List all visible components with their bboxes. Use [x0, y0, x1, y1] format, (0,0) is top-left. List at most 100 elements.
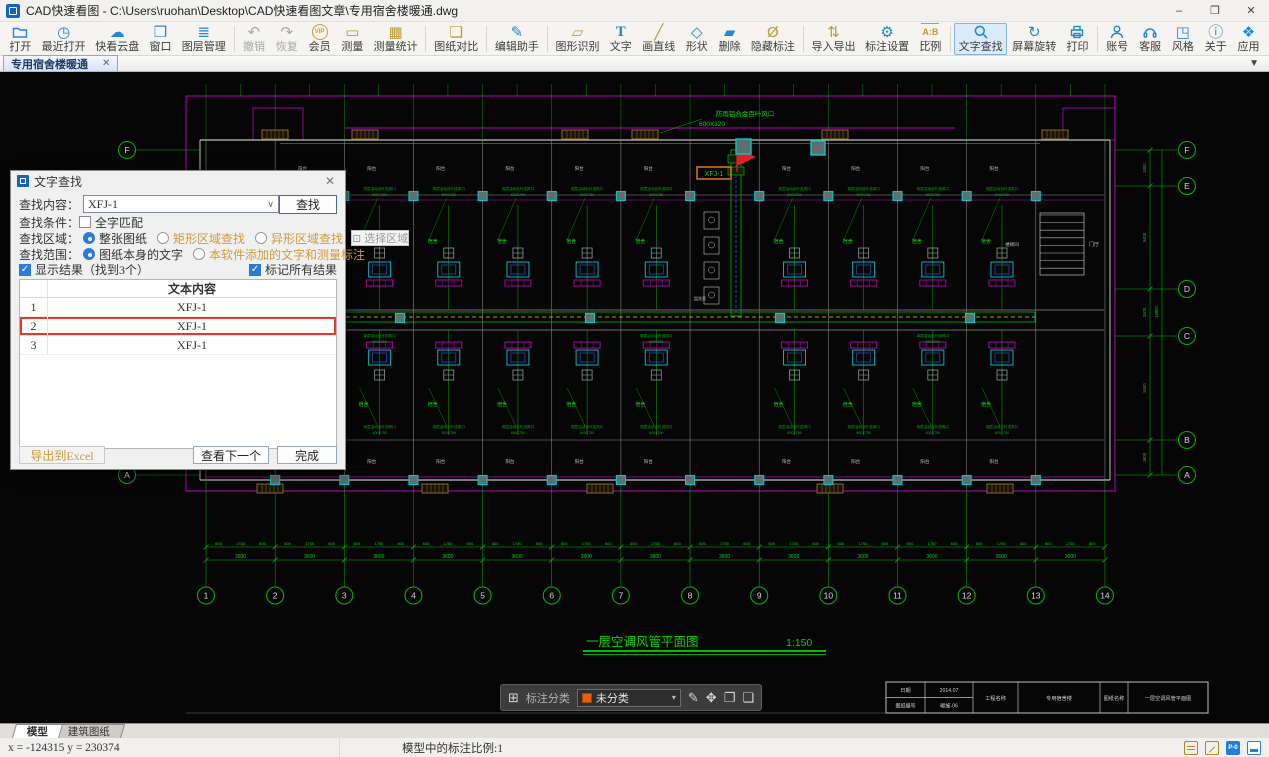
combo-caret-icon[interactable]: ∨: [267, 199, 274, 210]
dialog-title-bar[interactable]: 文字查找 ✕: [11, 171, 345, 191]
toolbar-separator: [546, 25, 548, 52]
toolbar-scale-button[interactable]: A:B 比例: [914, 22, 947, 55]
radio-added-text[interactable]: [193, 248, 206, 260]
cloud-drive-label: 快看云盘: [95, 40, 140, 53]
svg-text:600: 600: [743, 541, 750, 546]
shape-recognition-label: 图形识别: [555, 40, 600, 53]
annotation-category-dropdown[interactable]: 未分类 ▾: [576, 688, 681, 707]
scale-icon: A:B: [921, 22, 940, 42]
toolbar-cloud-drive-button[interactable]: ☁ 快看云盘: [90, 23, 144, 55]
account-label: 账号: [1106, 40, 1129, 53]
window-icon: ❒: [153, 23, 168, 41]
p0-badge-icon[interactable]: P-0: [1226, 740, 1240, 755]
recent-open-label: 最近打开: [41, 40, 86, 53]
minimize-icon[interactable]: –: [1161, 0, 1197, 22]
toolbar-delete-button[interactable]: ▰ 删除: [713, 23, 746, 55]
apps-label: 应用: [1237, 40, 1260, 53]
radio-drawing-text[interactable]: [83, 248, 96, 260]
toolbar-account-button[interactable]: 账号: [1101, 23, 1134, 55]
show-results-checkbox[interactable]: ✓: [19, 263, 31, 276]
toolbar-about-button[interactable]: ⓘ 关于: [1199, 23, 1232, 55]
svg-text:阳台: 阳台: [851, 165, 860, 172]
view-next-button[interactable]: 查看下一个: [193, 446, 269, 464]
toolbar-edit-assistant-button[interactable]: ✎ 编辑助手: [490, 23, 544, 55]
annotation-move-icon[interactable]: ✥: [706, 690, 717, 706]
toolbar-support-button[interactable]: 客服: [1134, 23, 1167, 55]
toolbar-layer-manager-button[interactable]: ≣ 图层管理: [177, 23, 231, 55]
svg-text:宿舍: 宿舍: [359, 401, 369, 408]
toolbar-screen-rotate-button[interactable]: ↻ 屏幕旋转: [1007, 23, 1061, 55]
markup-doc-icon[interactable]: [1205, 740, 1219, 755]
toolbar-style-button[interactable]: ◳ 风格: [1166, 23, 1199, 55]
export-excel-button[interactable]: 导出到Excel: [19, 446, 105, 464]
svg-text:600: 600: [353, 541, 360, 546]
select-region-button[interactable]: ⊡ 选择区域: [351, 230, 410, 246]
added-text-label: 本软件添加的文字和测量标注: [209, 247, 366, 262]
find-button[interactable]: 查找: [279, 194, 337, 214]
app-window: CAD快速看图 - C:\Users\ruohan\Desktop\CAD快速看…: [0, 0, 1269, 757]
sheet-tab-arch[interactable]: 建筑图纸: [52, 724, 126, 738]
result-row-selected[interactable]: 2 XFJ-1: [20, 317, 336, 336]
annotation-copy-icon[interactable]: ❐: [724, 690, 736, 706]
svg-text:2: 2: [273, 591, 278, 601]
toolbar-draw-line-button[interactable]: ╱ 画直线: [637, 23, 680, 55]
annotation-edit-icon[interactable]: ✎: [688, 690, 699, 706]
doc-tab-active[interactable]: 专用宿舍楼暖通 ✕: [3, 55, 119, 71]
svg-text:阳台: 阳台: [644, 458, 653, 465]
toolbar-measure-stats-button[interactable]: ▦ 测量统计: [369, 23, 423, 55]
annotation-toolbar: ⊞ 标注分类 未分类 ▾ ✎ ✥ ❐ ❏: [500, 684, 762, 711]
toolbar-shapes-button[interactable]: ◇ 形状: [680, 23, 713, 55]
svg-text:2400: 2400: [1142, 307, 1147, 317]
svg-text:3600: 3600: [442, 554, 453, 560]
toolbar-undo-button[interactable]: ↶ 撤销: [238, 23, 271, 55]
close-icon[interactable]: ✕: [1233, 0, 1269, 22]
drawing-compare-icon: ❏: [449, 23, 463, 41]
toolbar-recent-open-button[interactable]: ◷ 最近打开: [37, 23, 91, 55]
mark-all-checkbox[interactable]: ✓: [248, 263, 261, 276]
radio-whole-drawing[interactable]: [83, 232, 96, 244]
done-button[interactable]: 完成: [277, 446, 337, 464]
toolbar-drawing-compare-button[interactable]: ❏ 图纸对比: [429, 23, 483, 55]
toolbar-vip-button[interactable]: VIP 会员: [303, 23, 336, 55]
annotation-paste-icon[interactable]: ❏: [742, 690, 754, 706]
maximize-icon[interactable]: ❐: [1197, 0, 1233, 22]
sheet-tab-model[interactable]: 模型: [11, 724, 64, 738]
svg-text:F: F: [124, 145, 129, 155]
toolbar-redo-button[interactable]: ↷ 恢复: [270, 23, 303, 55]
toolbar-print-button[interactable]: 打印: [1061, 23, 1094, 55]
svg-text:1750: 1750: [236, 541, 246, 546]
toolbar-hide-annotations-button[interactable]: Ø 隐藏标注: [746, 23, 800, 55]
svg-text:1750: 1750: [651, 541, 661, 546]
toolbar-open-button[interactable]: 打开: [4, 23, 37, 55]
annotation-grid-icon[interactable]: ⊞: [508, 690, 519, 706]
drawing-canvas[interactable]: 双层活动百叶送风口600X750宿舍阳台双层活动百叶送风口600X750宿舍阳台…: [0, 72, 1269, 723]
toolbar-apps-button[interactable]: ❖ 应用: [1232, 23, 1265, 55]
search-value: XFJ-1: [88, 196, 119, 211]
range-label: 查找范围：: [19, 247, 80, 262]
title-bar: CAD快速看图 - C:\Users\ruohan\Desktop\CAD快速看…: [0, 0, 1269, 22]
toolbar-measure-button[interactable]: ▭ 测量: [336, 23, 369, 55]
toolbar-text-button[interactable]: T 文字: [604, 23, 637, 55]
toolbar-window-button[interactable]: ❒ 窗口: [144, 23, 177, 55]
toolbar-text-search-button[interactable]: 文字查找: [953, 22, 1008, 55]
svg-text:宿舍: 宿舍: [981, 401, 991, 408]
pdf-doc-icon[interactable]: [1184, 740, 1198, 755]
svg-text:楼梯间: 楼梯间: [1005, 241, 1019, 248]
tab-close-icon[interactable]: ✕: [102, 58, 110, 69]
result-row[interactable]: 1 XFJ-1: [20, 298, 336, 317]
whole-word-checkbox[interactable]: [79, 216, 92, 228]
svg-text:600: 600: [838, 541, 845, 546]
toolbar-shape-recognition-button[interactable]: ▱ 图形识别: [551, 23, 605, 55]
radio-poly-region[interactable]: [255, 232, 268, 244]
radio-rect-region[interactable]: [157, 232, 170, 244]
screen-rotate-icon: ↻: [1027, 23, 1041, 41]
toolbar-annotation-settings-button[interactable]: ⚙ 标注设置: [860, 23, 914, 55]
svg-text:单层活动百叶回风口: 单层活动百叶回风口: [917, 333, 950, 338]
toolbar-import-export-button[interactable]: ⇅ 导入导出: [807, 23, 861, 55]
display-icon[interactable]: [1247, 740, 1261, 755]
search-input[interactable]: XFJ-1 ∨: [83, 195, 279, 213]
tab-list-filter-icon[interactable]: ▼: [1249, 58, 1259, 69]
result-row[interactable]: 3 XFJ-1: [20, 336, 336, 355]
svg-text:3600: 3600: [996, 554, 1007, 560]
dialog-close-icon[interactable]: ✕: [321, 174, 339, 189]
